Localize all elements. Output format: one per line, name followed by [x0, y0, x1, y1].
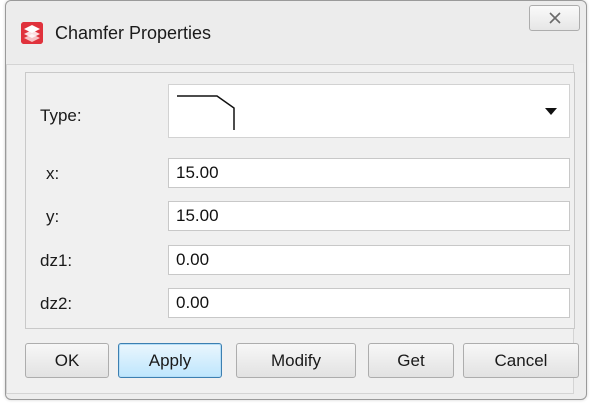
x-label: x: — [46, 164, 60, 183]
apply-button[interactable]: Apply — [118, 343, 222, 378]
chamfer-profile-icon — [177, 95, 235, 130]
dz1-field[interactable] — [168, 245, 570, 275]
get-button[interactable]: Get — [368, 343, 454, 378]
close-icon — [548, 12, 561, 24]
window-title: Chamfer Properties — [55, 23, 212, 43]
app-logo-icon — [21, 22, 43, 44]
y-field[interactable] — [168, 201, 570, 231]
modify-button[interactable]: Modify — [236, 343, 356, 378]
y-label: y: — [46, 207, 60, 226]
dz2-label: dz2: — [40, 294, 73, 313]
dz2-field[interactable] — [168, 288, 570, 318]
type-label: Type: — [40, 106, 82, 125]
type-dropdown[interactable] — [168, 84, 570, 138]
cancel-button[interactable]: Cancel — [463, 343, 579, 378]
dz1-label: dz1: — [40, 251, 73, 270]
close-button[interactable] — [529, 5, 580, 31]
x-field[interactable] — [168, 158, 570, 188]
chevron-down-icon[interactable] — [545, 108, 557, 115]
ok-button[interactable]: OK — [25, 343, 109, 378]
title-bar[interactable]: Chamfer Properties — [6, 1, 586, 63]
